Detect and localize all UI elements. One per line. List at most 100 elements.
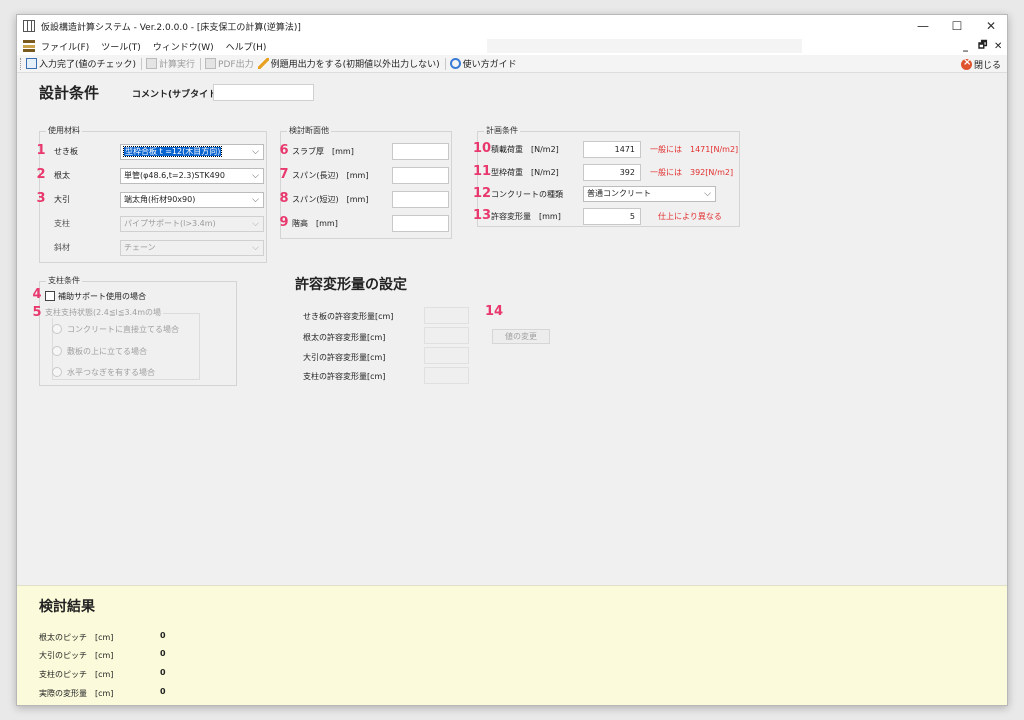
live-load-label: 積載荷重 [N/m2] bbox=[491, 145, 559, 154]
mdi-minimize-button[interactable]: _ bbox=[963, 37, 968, 55]
floor-height-input[interactable] bbox=[392, 215, 449, 232]
chevron-down-icon: ⌵ bbox=[704, 189, 711, 199]
joist-value: 単管(φ48.6,t=2.3)STK490 bbox=[124, 171, 225, 180]
slab-thickness-label: スラブ厚 [mm] bbox=[292, 147, 354, 156]
menu-window[interactable]: ウィンドウ(W) bbox=[153, 40, 214, 53]
radio-direct-concrete[interactable] bbox=[52, 324, 62, 334]
concrete-type-label: コンクリートの種類 bbox=[491, 190, 563, 199]
concrete-type-select[interactable]: 普通コンクリート ⌵ bbox=[583, 186, 716, 202]
results-heading: 検討結果 bbox=[39, 599, 95, 615]
radio-horizontal-tie[interactable] bbox=[52, 367, 62, 377]
joist-label: 根太 bbox=[54, 171, 70, 180]
slab-thickness-input[interactable] bbox=[392, 143, 449, 160]
design-heading: 設計条件 bbox=[39, 84, 100, 102]
mdi-child-icon bbox=[23, 40, 35, 52]
pdf-output-label: PDF出力 bbox=[218, 60, 254, 70]
badge-13: 13 bbox=[473, 208, 492, 223]
main-content: 設計条件 コメント(サブタイトル) 使用材料 1 せき板 型枠合板 t =12(… bbox=[17, 74, 1007, 584]
chevron-down-icon: ⌵ bbox=[252, 195, 259, 205]
menu-tools[interactable]: ツール(T) bbox=[101, 40, 141, 53]
aux-support-label: 補助サポート使用の場合 bbox=[58, 292, 146, 301]
badge-7: 7 bbox=[279, 167, 289, 182]
window-title: 仮設構造計算システム - Ver.2.0.0.0 - [床支保工の計算(逆算法)… bbox=[41, 22, 301, 33]
brace-value: チェーン bbox=[124, 243, 156, 252]
beam-value: 端太角(桁材90x90) bbox=[124, 195, 196, 204]
badge-10: 10 bbox=[473, 141, 492, 156]
live-load-input[interactable]: 1471 bbox=[583, 141, 641, 158]
input-done-button[interactable]: 入力完了(値のチェック) bbox=[26, 57, 136, 70]
radio-on-plank[interactable] bbox=[52, 346, 62, 356]
formwork-select[interactable]: 型枠合板 t =12(木目方向) ⌵ bbox=[120, 144, 264, 160]
radio-horizontal-tie-label: 水平つなぎを有する場合 bbox=[67, 368, 155, 377]
usage-guide-button[interactable]: 使い方ガイド bbox=[449, 57, 517, 70]
support-deformation-label: 支柱の許容変形量[cm] bbox=[303, 372, 386, 381]
support-label: 支柱 bbox=[54, 219, 70, 228]
mdi-restore-button[interactable]: 🗗 bbox=[978, 37, 987, 55]
beam-select[interactable]: 端太角(桁材90x90) ⌵ bbox=[120, 192, 264, 208]
joist-pitch-label: 根太のピッチ [cm] bbox=[39, 633, 114, 642]
badge-3: 3 bbox=[36, 191, 46, 206]
comment-input[interactable] bbox=[213, 84, 314, 101]
menu-bar: ファイル(F) ツール(T) ウィンドウ(W) ヘルプ(H) _ 🗗 ✕ bbox=[17, 37, 1007, 55]
toolbar-separator bbox=[141, 57, 143, 70]
span-long-input[interactable] bbox=[392, 167, 449, 184]
joist-select[interactable]: 単管(φ48.6,t=2.3)STK490 ⌵ bbox=[120, 168, 264, 184]
span-long-label: スパン(長辺) [mm] bbox=[292, 171, 369, 180]
support-value: パイプサポート(l>3.4m) bbox=[124, 219, 216, 228]
formwork-deformation-input[interactable] bbox=[424, 307, 469, 324]
change-value-button[interactable]: 値の変更 bbox=[492, 329, 550, 344]
beam-label: 大引 bbox=[54, 195, 70, 204]
badge-11: 11 bbox=[473, 164, 492, 179]
joist-pitch-value: 0 bbox=[160, 631, 166, 640]
close-form-button[interactable]: 閉じる bbox=[960, 55, 1001, 73]
window-close-button[interactable]: ✕ bbox=[973, 15, 1007, 37]
badge-12: 12 bbox=[473, 186, 492, 201]
pdf-output-button[interactable]: PDF出力 bbox=[205, 57, 254, 70]
menu-file[interactable]: ファイル(F) bbox=[41, 40, 89, 53]
example-output-button[interactable]: 例題用出力をする(初期値以外出力しない) bbox=[257, 57, 440, 70]
support-deformation-input[interactable] bbox=[424, 367, 469, 384]
joist-deformation-input[interactable] bbox=[424, 327, 469, 344]
menu-help[interactable]: ヘルプ(H) bbox=[226, 40, 267, 53]
formwork-load-label: 型枠荷重 [N/m2] bbox=[491, 168, 559, 177]
chevron-down-icon: ⌵ bbox=[252, 147, 259, 157]
formwork-value: 型枠合板 t =12(木目方向) bbox=[122, 146, 223, 157]
allowable-deformation-input[interactable]: 5 bbox=[583, 208, 641, 225]
calc-run-button[interactable]: 計算実行 bbox=[146, 57, 195, 70]
formwork-load-input[interactable]: 392 bbox=[583, 164, 641, 181]
maximize-button[interactable]: ☐ bbox=[939, 15, 975, 37]
materials-title: 使用材料 bbox=[46, 125, 82, 136]
allowable-deformation-note: 仕上により異なる bbox=[658, 212, 722, 221]
example-output-label: 例題用出力をする(初期値以外出力しない) bbox=[270, 60, 440, 70]
floor-height-label: 階高 [mm] bbox=[292, 219, 338, 228]
chevron-down-icon: ⌵ bbox=[252, 171, 259, 181]
plan-title: 計画条件 bbox=[484, 125, 520, 136]
section-group: 検討断面他 6 スラブ厚 [mm] 7 スパン(長辺) [mm] 8 スパン(短… bbox=[279, 125, 452, 239]
radio-direct-concrete-label: コンクリートに直接立てる場合 bbox=[67, 325, 179, 334]
usage-guide-label: 使い方ガイド bbox=[462, 60, 517, 70]
beam-deformation-input[interactable] bbox=[424, 347, 469, 364]
support-state-title: 支柱支持状態(2.4≦l≦3.4mの場 bbox=[43, 307, 163, 318]
span-short-input[interactable] bbox=[392, 191, 449, 208]
aux-support-checkbox[interactable] bbox=[45, 291, 55, 301]
toolbar-grip[interactable] bbox=[20, 57, 22, 70]
badge-4: 4 bbox=[32, 287, 42, 302]
mdi-close-button[interactable]: ✕ bbox=[994, 37, 1002, 55]
chevron-down-icon: ⌵ bbox=[252, 219, 259, 229]
brace-select[interactable]: チェーン ⌵ bbox=[120, 240, 264, 256]
plan-group: 計画条件 10 積載荷重 [N/m2] 1471 一般には 1471[N/m2]… bbox=[473, 125, 740, 227]
results-panel: 検討結果 根太のピッチ [cm] 0 大引のピッチ [cm] 0 支柱のピッチ … bbox=[17, 585, 1007, 705]
deformation-heading: 許容変形量の設定 bbox=[295, 277, 407, 293]
formwork-label: せき板 bbox=[54, 147, 78, 156]
calculator-icon bbox=[146, 58, 158, 69]
support-select[interactable]: パイプサポート(l>3.4m) ⌵ bbox=[120, 216, 264, 232]
toolbar: 入力完了(値のチェック) 計算実行 PDF出力 例題用出力をする(初期値以外出力… bbox=[17, 55, 1007, 73]
support-state-group: 支柱支持状態(2.4≦l≦3.4mの場 コンクリートに直接立てる場合 敷板の上に… bbox=[43, 307, 200, 380]
help-guide-icon bbox=[449, 58, 461, 69]
beam-pitch-label: 大引のピッチ [cm] bbox=[39, 651, 114, 660]
toolbar-separator bbox=[200, 57, 202, 70]
minimize-button[interactable]: — bbox=[905, 15, 941, 37]
edit-check-icon bbox=[26, 58, 37, 69]
toolbar-separator bbox=[444, 57, 446, 70]
app-window: 仮設構造計算システム - Ver.2.0.0.0 - [床支保工の計算(逆算法)… bbox=[16, 14, 1008, 706]
